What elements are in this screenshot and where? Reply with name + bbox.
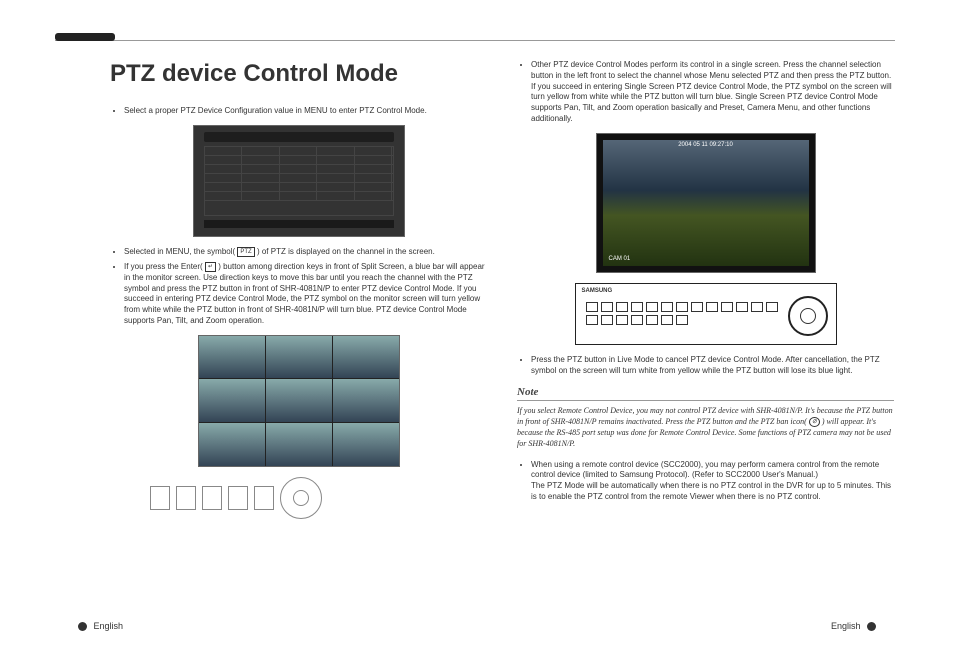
page-title: PTZ device Control Mode: [110, 60, 487, 88]
ptz-label-icon: PTZ: [237, 247, 254, 257]
menu-screenshot: [193, 125, 405, 237]
body-text: Other PTZ device Control Modes perform i…: [531, 60, 894, 125]
footer-right: English: [831, 621, 880, 631]
footer-left: English: [74, 621, 123, 631]
page-top-rule: [55, 40, 895, 41]
body-text: When using a remote control device (SCC2…: [531, 460, 894, 503]
enter-key-icon: ↵: [205, 262, 216, 272]
body-text: Select a proper PTZ Device Configuration…: [124, 106, 487, 117]
single-screen-screenshot: 2004 05 11 09:27:10 CAM 01: [596, 133, 816, 273]
body-text: If you press the Enter( ↵ ) button among…: [124, 262, 487, 327]
bullet-icon: [78, 622, 87, 631]
timestamp-label: 2004 05 11 09:27:10: [603, 142, 809, 148]
camera-label: CAM 01: [609, 256, 631, 262]
note-heading: Note: [517, 386, 894, 401]
bullet-icon: [867, 622, 876, 631]
ban-icon: ⊘: [809, 417, 820, 427]
left-page: PTZ device Control Mode Select a proper …: [110, 60, 487, 519]
front-panel-controls-icon: [150, 477, 487, 519]
page-top-block: [55, 33, 115, 41]
body-text: Press the PTZ button in Live Mode to can…: [531, 355, 894, 377]
brand-label: SAMSUNG: [582, 288, 613, 294]
right-page: Other PTZ device Control Modes perform i…: [517, 60, 894, 519]
jog-dial-icon: [788, 296, 828, 336]
split-screen-screenshot: [198, 335, 400, 467]
note-text: If you select Remote Control Device, you…: [517, 406, 894, 449]
body-text: Selected in MENU, the symbol( PTZ ) of P…: [124, 247, 487, 258]
dvr-device-diagram: SAMSUNG: [575, 283, 837, 345]
